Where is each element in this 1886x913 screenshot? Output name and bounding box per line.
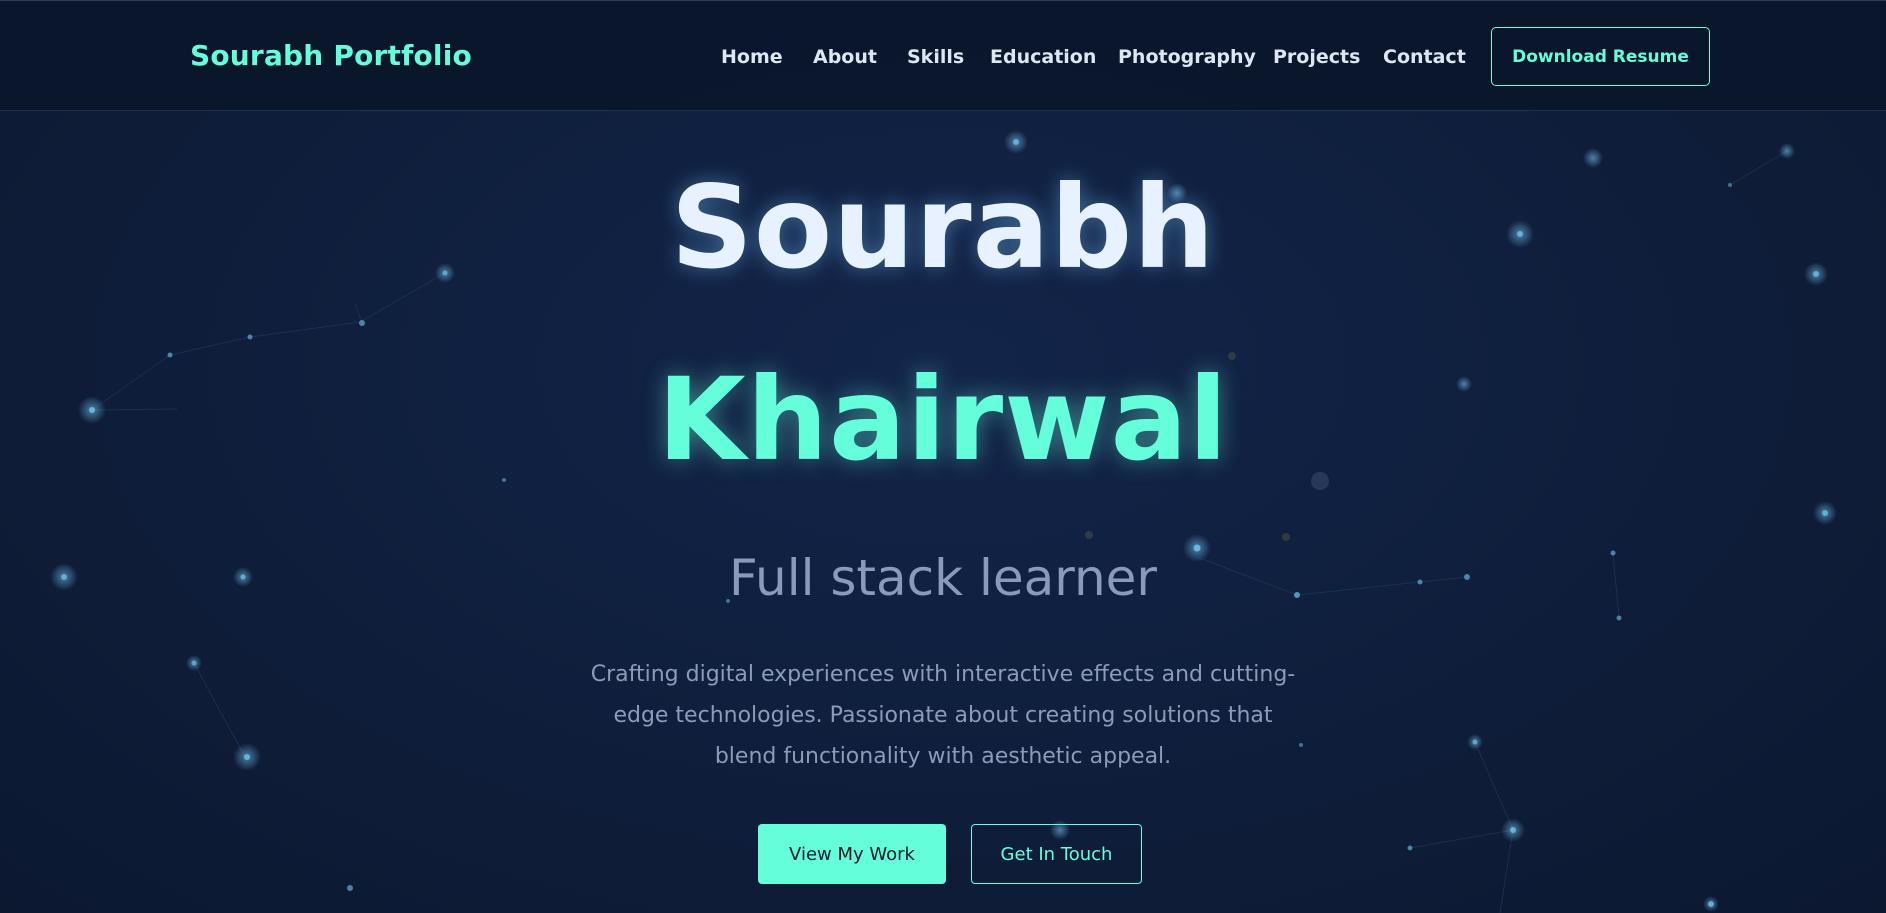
nav-link-about[interactable]: About xyxy=(813,46,877,68)
nav-link-photography[interactable]: Photography xyxy=(1118,46,1256,68)
brand-logo-text[interactable]: Sourabh Portfolio xyxy=(190,39,472,72)
nav-link-skills[interactable]: Skills xyxy=(907,46,964,68)
nav-link-projects[interactable]: Projects xyxy=(1273,46,1360,68)
nav-link-education[interactable]: Education xyxy=(990,46,1096,68)
nav-link-home[interactable]: Home xyxy=(721,46,783,68)
hero-description: Crafting digital experiences with intera… xyxy=(590,662,1296,769)
hero-last-name: Khairwal xyxy=(657,353,1229,486)
get-in-touch-button[interactable]: Get In Touch xyxy=(971,824,1142,884)
page: Sourabh Portfolio Home About Skills Educ… xyxy=(0,0,1886,913)
navbar: Sourabh Portfolio Home About Skills Educ… xyxy=(0,0,1886,111)
view-my-work-button[interactable]: View My Work xyxy=(758,824,946,884)
download-resume-button[interactable]: Download Resume xyxy=(1491,27,1710,86)
nav-link-contact[interactable]: Contact xyxy=(1383,46,1466,68)
hero-first-name: Sourabh xyxy=(670,161,1216,294)
hero-subtitle: Full stack learner xyxy=(728,549,1157,607)
